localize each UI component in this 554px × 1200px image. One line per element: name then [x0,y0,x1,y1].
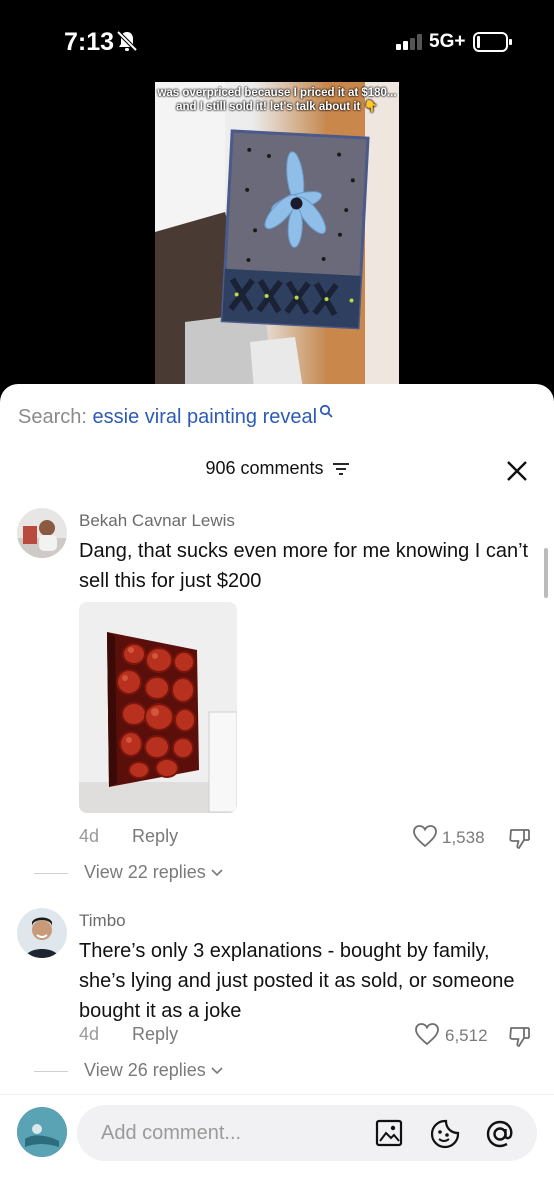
video-frame: was overpriced because I priced it at $1… [155,82,399,402]
comment-username[interactable]: Timbo [79,911,126,931]
comment-text: There’s only 3 explanations - bought by … [79,940,515,1022]
video-caption: was overpriced because I priced it at $1… [157,87,397,113]
dislike-icon[interactable] [508,1024,532,1048]
view-replies-label: View 26 replies [84,1060,206,1080]
comment-input-placeholder: Add comment... [101,1122,242,1144]
comment-username[interactable]: Bekah Cavnar Lewis [79,511,235,531]
comment-meta: 4d Reply [79,826,178,847]
reply-button[interactable]: Reply [132,1024,178,1044]
comment-age: 4d [79,1024,100,1044]
search-term-link[interactable]: essie viral painting reveal [93,406,318,428]
heart-icon[interactable] [412,824,438,848]
network-label: 5G+ [429,31,466,52]
avatar-image [17,908,67,958]
dislike-icon[interactable] [508,826,532,850]
reply-button[interactable]: Reply [132,826,178,846]
search-icon [319,404,333,418]
filter-icon[interactable] [332,462,349,476]
comments-sheet: Search: essie viral painting reveal 906 … [0,384,554,1200]
chevron-down-icon [211,869,223,877]
view-replies-label: View 22 replies [84,862,206,882]
view-replies-button[interactable]: View 26 replies [34,1060,223,1081]
bell-off-icon [116,30,138,52]
status-time: 7:13 [64,28,115,56]
video-player[interactable]: was overpriced because I priced it at $1… [0,82,554,402]
avatar-image [17,508,67,558]
view-replies-button[interactable]: View 22 replies [34,862,223,883]
at-icon[interactable] [485,1119,515,1149]
avatar[interactable] [17,508,67,558]
search-prefix: Search: [18,406,87,428]
scrollbar[interactable] [544,548,548,598]
close-icon[interactable] [504,458,530,484]
comment-meta: 4d Reply [79,1024,178,1045]
related-search[interactable]: Search: essie viral painting reveal [18,404,333,429]
signal-icon [396,34,422,50]
comment-image[interactable] [79,602,237,813]
heart-icon[interactable] [414,1022,440,1046]
chevron-down-icon [211,1067,223,1075]
replies-divider [34,1070,68,1072]
my-avatar-image [17,1107,67,1157]
avatar[interactable] [17,908,67,958]
comment-age: 4d [79,826,100,846]
like-count: 1,538 [442,828,485,847]
plums-painting-image [79,602,237,813]
comment-composer-bar: Add comment... [0,1094,554,1200]
battery-icon [473,32,512,52]
comment-input[interactable]: Add comment... [77,1105,537,1161]
like-count: 6,512 [445,1026,488,1045]
image-icon[interactable] [375,1119,403,1147]
status-bar: 7:13 5G+ [0,0,554,82]
my-avatar[interactable] [17,1107,67,1157]
comments-header: 906 comments [0,458,554,479]
comment-text: Dang, that sucks even more for me knowin… [79,540,529,592]
replies-divider [34,872,68,874]
sticker-icon[interactable] [430,1119,460,1149]
painting-video-frame [155,82,399,402]
comments-count: 906 comments [205,458,324,478]
